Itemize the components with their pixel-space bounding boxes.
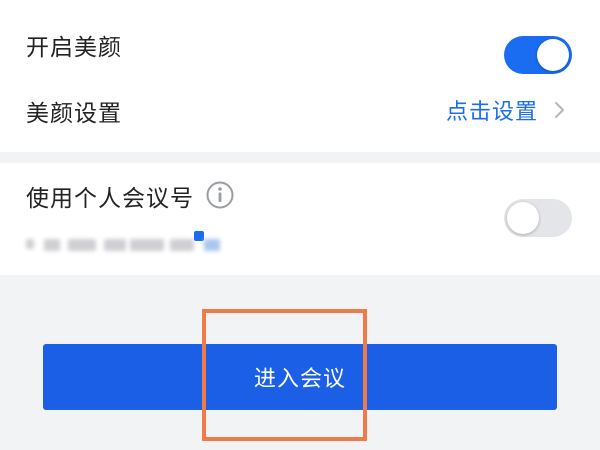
- beauty-settings-label: 美颜设置: [26, 101, 122, 127]
- personal-meeting-number-masked: [26, 231, 226, 257]
- enter-meeting-button[interactable]: 进入会议: [43, 344, 557, 410]
- blur-block: [26, 239, 34, 249]
- beauty-settings-row[interactable]: 美颜设置 点击设置: [0, 80, 600, 136]
- blur-block: [130, 239, 164, 251]
- blur-block: [170, 239, 194, 251]
- personal-meeting-toggle[interactable]: [504, 199, 572, 237]
- beauty-settings-card: 开启美颜 美颜设置 点击设置: [0, 0, 600, 152]
- blur-block: [68, 239, 96, 251]
- chevron-right-icon: [555, 102, 564, 118]
- personal-meeting-label: 使用个人会议号: [26, 186, 194, 212]
- beauty-label: 开启美颜: [26, 35, 122, 61]
- toggle-knob: [507, 202, 539, 234]
- blur-block: [194, 231, 204, 241]
- blur-block: [44, 239, 60, 251]
- personal-meeting-card: 使用个人会议号: [0, 163, 600, 275]
- toggle-knob: [537, 39, 569, 71]
- beauty-row: 开启美颜: [0, 14, 600, 74]
- personal-meeting-row: 使用个人会议号: [0, 163, 600, 275]
- beauty-toggle[interactable]: [504, 36, 572, 74]
- beauty-settings-action[interactable]: 点击设置: [446, 94, 538, 126]
- info-icon[interactable]: [205, 180, 235, 210]
- beauty-settings-link[interactable]: 点击设置: [446, 94, 570, 126]
- blur-block: [104, 239, 126, 251]
- blur-block: [204, 239, 220, 251]
